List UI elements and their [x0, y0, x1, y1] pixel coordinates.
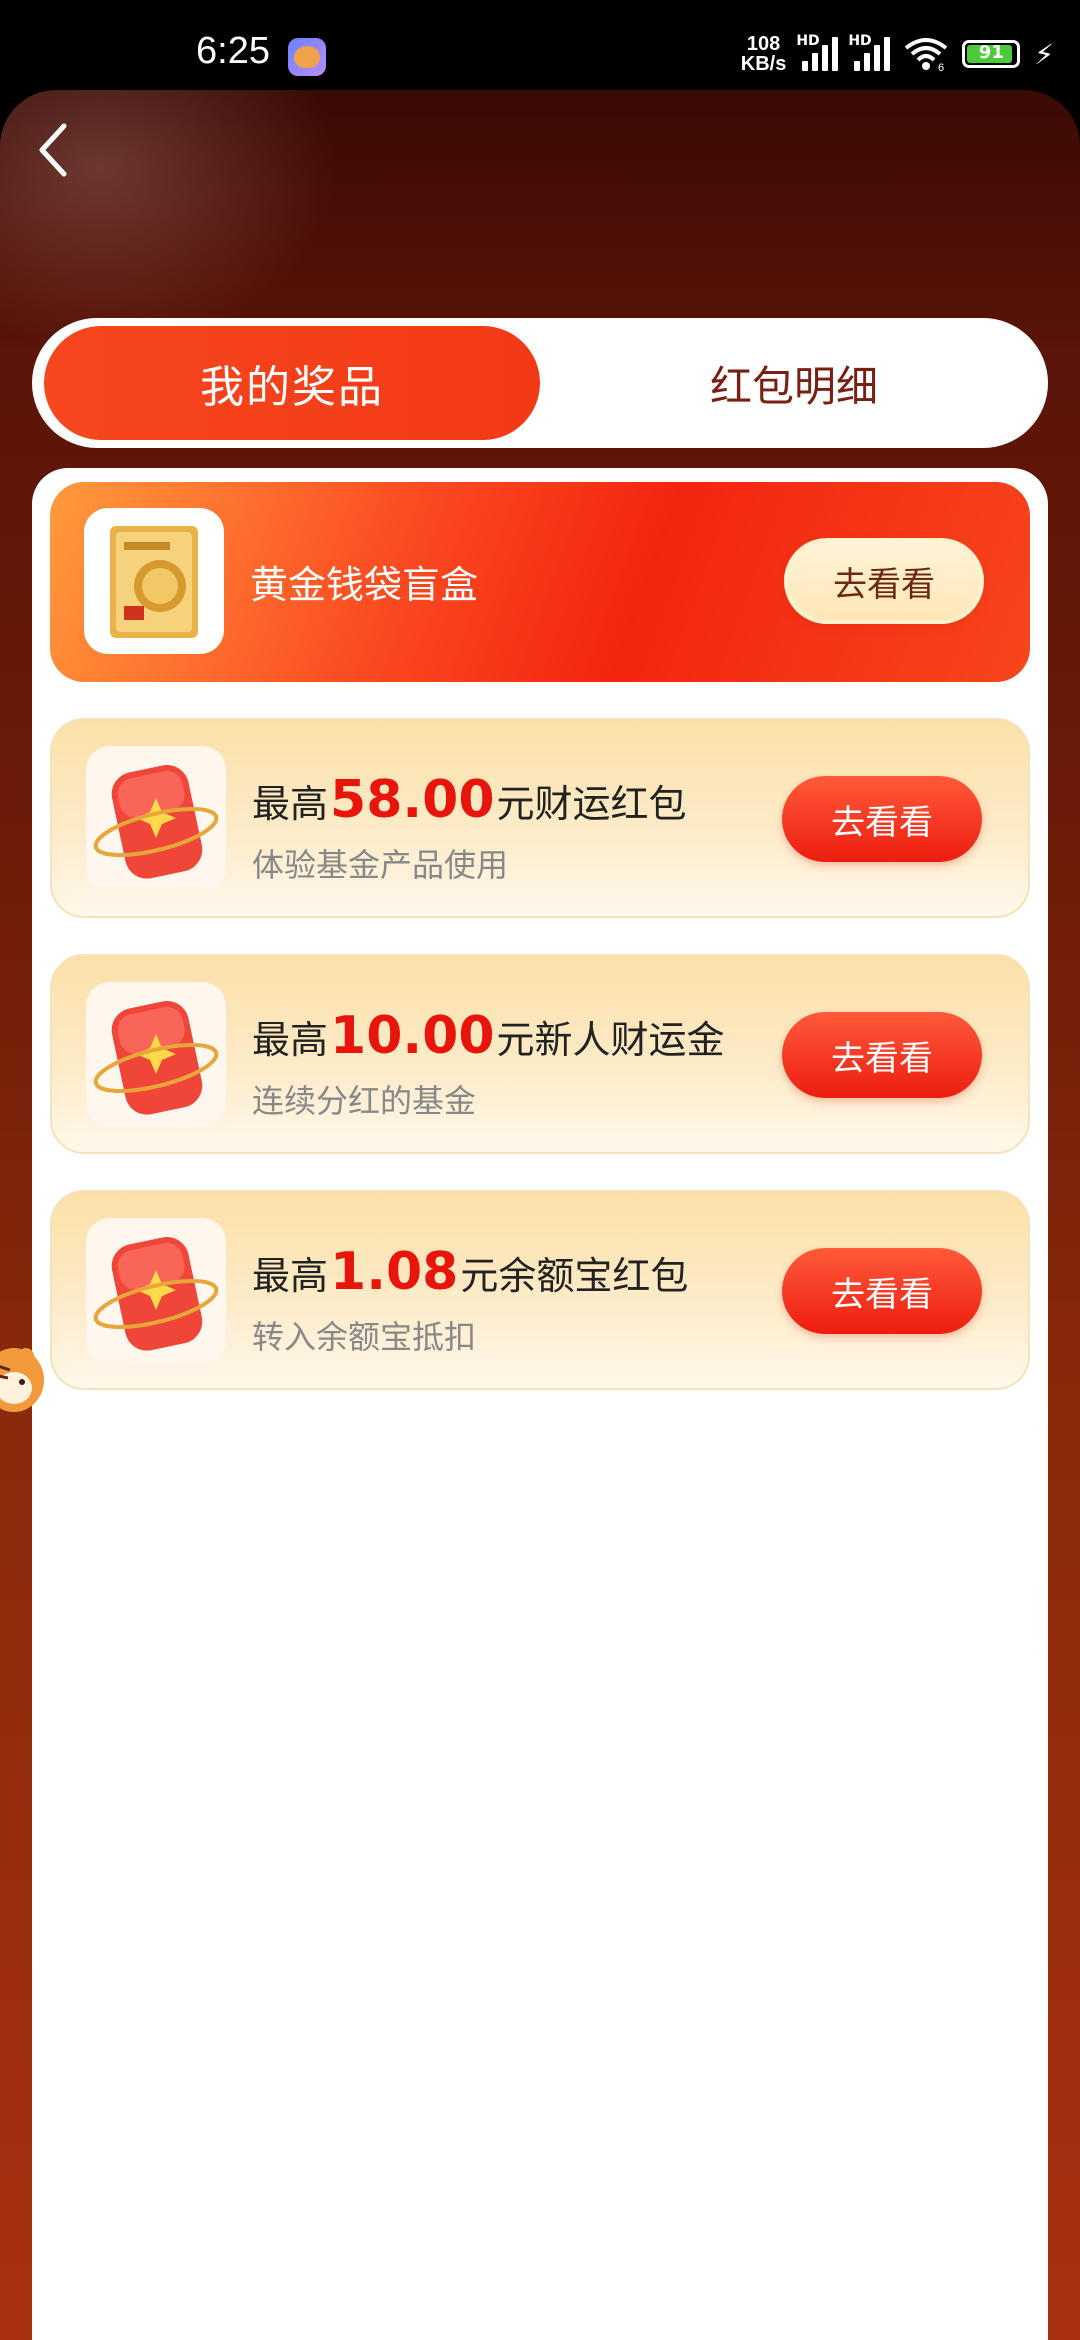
battery-icon: 91: [962, 40, 1021, 68]
prize-card-fortune-red-packet[interactable]: 最高58.00元财运红包 体验基金产品使用 去看看: [50, 718, 1030, 918]
prize-card-yuebao-red-packet[interactable]: 最高1.08元余额宝红包 转入余额宝抵扣 去看看: [50, 1190, 1030, 1390]
status-time: 6:25: [196, 30, 270, 72]
back-arrow-icon[interactable]: [34, 120, 74, 180]
tab-bar: 我的奖品 红包明细: [32, 318, 1048, 448]
status-bar: 6:25 108 KB/s HD HD 6 91 ⚡: [0, 0, 1080, 92]
network-speed: 108 KB/s: [740, 33, 787, 75]
red-envelope-icon: [86, 746, 226, 892]
signal-sim1-icon: HD: [796, 33, 839, 71]
prize-subtitle: 体验基金产品使用: [252, 846, 509, 884]
view-button[interactable]: 去看看: [784, 538, 984, 624]
tiger-mascot-icon[interactable]: [0, 1340, 48, 1420]
prize-title: 最高58.00元财运红包: [252, 770, 687, 830]
red-envelope-icon: [86, 982, 226, 1128]
prize-screen: 我的奖品 红包明细 黄金钱袋盲盒 去看看 最高58.00元财运红包 体验基金产品…: [0, 90, 1080, 2340]
prize-list: 黄金钱袋盲盒 去看看 最高58.00元财运红包 体验基金产品使用 去看看 最高1…: [32, 468, 1048, 2340]
view-button[interactable]: 去看看: [782, 776, 982, 862]
tab-my-prizes[interactable]: 我的奖品: [44, 326, 540, 440]
prize-title: 最高1.08元余额宝红包: [252, 1242, 689, 1302]
prize-amount: 58.00: [330, 770, 495, 830]
prize-subtitle: 转入余额宝抵扣: [252, 1318, 477, 1356]
prize-title: 黄金钱袋盲盒: [250, 563, 479, 607]
prize-title: 最高10.00元新人财运金: [252, 1006, 725, 1066]
charging-icon: ⚡: [1034, 37, 1054, 71]
signal-sim2-icon: HD: [848, 33, 891, 71]
prize-card-newcomer-fortune[interactable]: 最高10.00元新人财运金 连续分红的基金 去看看: [50, 954, 1030, 1154]
prize-subtitle: 连续分红的基金: [252, 1082, 477, 1120]
status-icons: 108 KB/s HD HD 6 91 ⚡: [740, 33, 1054, 75]
red-envelope-icon: [86, 1218, 226, 1364]
prize-amount: 10.00: [330, 1006, 495, 1066]
gold-box-icon: [84, 508, 224, 654]
view-button[interactable]: 去看看: [782, 1012, 982, 1098]
tab-red-packet-details[interactable]: 红包明细: [552, 326, 1036, 440]
svg-text:6: 6: [938, 62, 944, 72]
view-button[interactable]: 去看看: [782, 1248, 982, 1334]
prize-amount: 1.08: [330, 1242, 459, 1302]
prize-card-gold-box[interactable]: 黄金钱袋盲盒 去看看: [50, 482, 1030, 682]
wifi-icon: 6: [905, 38, 948, 72]
app-notification-icon: [288, 38, 326, 76]
